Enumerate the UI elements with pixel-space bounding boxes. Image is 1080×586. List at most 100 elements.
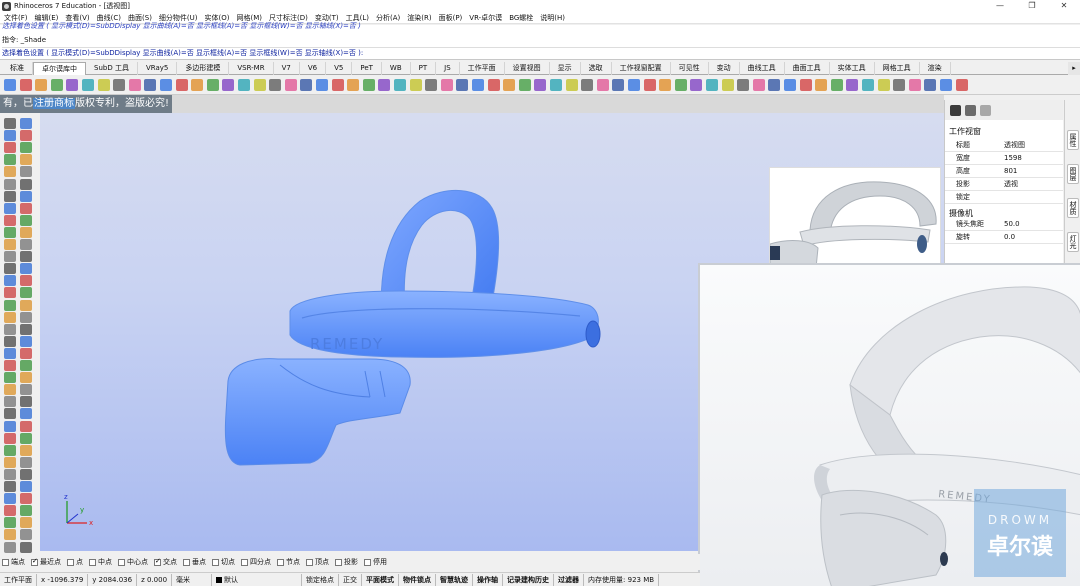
left-tool-icon[interactable] — [4, 481, 16, 492]
toolbar-tool-icon[interactable] — [425, 79, 438, 91]
left-tool-icon[interactable] — [20, 130, 32, 142]
toolbar-tool-icon[interactable] — [222, 79, 235, 91]
osnap-checkbox[interactable] — [183, 558, 190, 566]
toolbar-tool-icon[interactable] — [269, 79, 282, 91]
tab-22[interactable]: 实体工具 — [830, 62, 875, 75]
left-tool-icon[interactable] — [4, 130, 16, 142]
left-tool-icon[interactable] — [4, 214, 16, 226]
left-tool-icon[interactable] — [20, 420, 32, 432]
toolbar-tool-icon[interactable] — [472, 79, 484, 91]
osnap-8[interactable]: 四分点 — [241, 557, 271, 567]
left-tool-icon[interactable] — [4, 299, 16, 311]
left-tool-icon[interactable] — [20, 360, 32, 371]
left-tool-icon[interactable] — [4, 420, 16, 432]
left-tool-icon[interactable] — [20, 505, 32, 517]
osnap-checkbox[interactable] — [306, 558, 313, 566]
left-tool-icon[interactable] — [20, 287, 32, 299]
status-toggle-4[interactable]: 智慧轨迹 — [436, 573, 474, 586]
toolbar-tool-icon[interactable] — [643, 79, 656, 91]
toolbar-tool-icon[interactable] — [4, 79, 16, 91]
left-tool-icon[interactable] — [4, 118, 16, 129]
osnap-checkbox[interactable] — [335, 558, 342, 566]
left-tool-icon[interactable] — [20, 214, 32, 226]
osnap-checkbox[interactable] — [2, 558, 9, 566]
toolbar-tool-icon[interactable] — [362, 79, 375, 91]
toolbar-tool-icon[interactable] — [409, 79, 422, 91]
tab-19[interactable]: 变动 — [709, 62, 740, 75]
left-tool-icon[interactable] — [20, 299, 32, 311]
left-tool-icon[interactable] — [4, 323, 16, 335]
osnap-checkbox[interactable] — [118, 558, 125, 566]
left-tool-icon[interactable] — [20, 118, 32, 129]
toolbar-tool-icon[interactable] — [206, 79, 219, 91]
left-tool-icon[interactable] — [20, 529, 32, 541]
status-layer[interactable]: 默认 — [212, 573, 303, 586]
left-tool-icon[interactable] — [4, 372, 16, 384]
toolbar-tool-icon[interactable] — [940, 79, 952, 91]
tab-10[interactable]: WB — [382, 62, 411, 75]
left-tool-icon[interactable] — [4, 275, 16, 287]
osnap-2[interactable]: 点 — [67, 557, 83, 567]
osnap-checkbox[interactable] — [67, 558, 74, 566]
toolbar-tool-icon[interactable] — [581, 79, 594, 91]
toolbar-tool-icon[interactable] — [799, 79, 812, 91]
left-tool-icon[interactable] — [20, 468, 32, 480]
toolbar-tool-icon[interactable] — [440, 79, 453, 91]
tab-5[interactable]: VSR-MR — [229, 62, 274, 75]
left-tool-icon[interactable] — [4, 493, 16, 505]
tab-8[interactable]: V5 — [326, 62, 353, 75]
left-tool-icon[interactable] — [20, 323, 32, 335]
toolbar-tool-icon[interactable] — [659, 79, 672, 91]
toolbar-tool-icon[interactable] — [66, 79, 79, 91]
toolbar-tool-icon[interactable] — [144, 79, 157, 91]
camera-prop-value[interactable]: 50.0 — [1000, 220, 1063, 228]
status-toggle-6[interactable]: 记录建构历史 — [503, 573, 555, 586]
toolbar-tool-icon[interactable] — [877, 79, 890, 91]
left-tool-icon[interactable] — [20, 275, 32, 287]
tab-4[interactable]: 多边形建模 — [177, 62, 230, 75]
toolbar-tool-icon[interactable] — [846, 79, 859, 91]
tab-23[interactable]: 网格工具 — [875, 62, 920, 75]
toolbar-tool-icon[interactable] — [175, 79, 188, 91]
toolbar-tool-icon[interactable] — [596, 79, 609, 91]
toolbar-tool-icon[interactable] — [331, 79, 344, 91]
left-tool-icon[interactable] — [20, 226, 32, 238]
tab-18[interactable]: 可见性 — [671, 62, 709, 75]
minimize-button[interactable]: — — [984, 0, 1016, 12]
toolbar-tool-icon[interactable] — [721, 79, 734, 91]
left-tool-icon[interactable] — [4, 347, 16, 359]
left-tool-icon[interactable] — [4, 335, 16, 347]
left-tool-icon[interactable] — [4, 226, 16, 238]
left-tool-icon[interactable] — [20, 456, 32, 468]
osnap-checkbox[interactable] — [364, 558, 371, 566]
osnap-5[interactable]: 交点 — [154, 557, 177, 567]
toolbar-tool-icon[interactable] — [160, 79, 172, 91]
left-tool-icon[interactable] — [20, 481, 32, 492]
toolbar-tool-icon[interactable] — [487, 79, 500, 91]
osnap-0[interactable]: 端点 — [2, 557, 25, 567]
side-tab-2[interactable]: 材质 — [1067, 198, 1079, 218]
toolbar-tool-icon[interactable] — [612, 79, 625, 91]
toolbar-tool-icon[interactable] — [113, 79, 126, 91]
osnap-9[interactable]: 节点 — [277, 557, 300, 567]
left-tool-icon[interactable] — [20, 347, 32, 359]
left-tool-icon[interactable] — [20, 154, 32, 166]
left-tool-icon[interactable] — [20, 493, 32, 505]
close-button[interactable]: ✕ — [1048, 0, 1080, 12]
left-tool-icon[interactable] — [4, 287, 16, 299]
status-toggle-0[interactable]: 锁定格点 — [302, 573, 340, 586]
viewport-prop-value[interactable]: 透视图 — [1000, 140, 1063, 150]
side-tab-1[interactable]: 图层 — [1067, 164, 1079, 184]
left-tool-icon[interactable] — [20, 142, 32, 154]
left-tool-icon[interactable] — [4, 142, 16, 154]
left-tool-icon[interactable] — [4, 178, 16, 190]
viewport-prop-value[interactable]: 1598 — [1000, 154, 1063, 162]
toolbar-tool-icon[interactable] — [456, 79, 469, 91]
osnap-checkbox[interactable] — [31, 557, 38, 566]
left-tool-icon[interactable] — [4, 432, 16, 444]
left-tool-icon[interactable] — [20, 384, 32, 396]
osnap-checkbox[interactable] — [277, 558, 284, 566]
toolbar-tool-icon[interactable] — [955, 79, 968, 91]
toolbar-tool-icon[interactable] — [706, 79, 718, 91]
status-toggle-5[interactable]: 操作轴 — [473, 573, 504, 586]
